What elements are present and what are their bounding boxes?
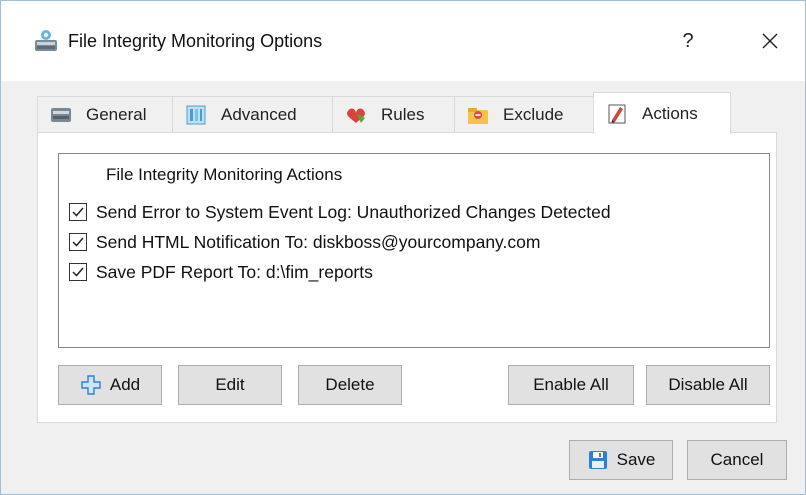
actions-panel: File Integrity Monitoring Actions Send E… (37, 132, 777, 423)
tab-exclude[interactable]: Exclude (454, 96, 594, 132)
title-bar[interactable]: File Integrity Monitoring Options ? (1, 1, 805, 81)
action-label: Send Error to System Event Log: Unauthor… (96, 201, 611, 222)
cancel-button[interactable]: Cancel (687, 440, 787, 480)
tab-label: Actions (642, 103, 698, 123)
delete-label: Delete (325, 375, 375, 394)
edit-label: Edit (215, 375, 245, 394)
tab-advanced[interactable]: Advanced (172, 96, 333, 132)
close-icon (762, 33, 778, 49)
checkmark-icon (72, 237, 84, 247)
list-header: File Integrity Monitoring Actions (106, 165, 343, 184)
add-label: Add (109, 375, 141, 394)
list-item[interactable]: Save PDF Report To: d:\fim_reports (69, 260, 373, 284)
tab-rules[interactable]: Rules (332, 96, 455, 132)
checkmark-icon (72, 267, 84, 277)
window-title: File Integrity Monitoring Options (68, 31, 323, 51)
disable-all-button[interactable]: Disable All (646, 365, 770, 405)
enable-all-button[interactable]: Enable All (508, 365, 634, 405)
rules-icon (347, 108, 365, 123)
floppy-disk-icon (588, 451, 607, 469)
close-button[interactable] (747, 23, 791, 59)
save-label: Save (616, 450, 656, 469)
tab-label: Exclude (503, 104, 564, 124)
tab-strip: General Advanced Rules Exclude Actions (37, 92, 777, 134)
tab-actions[interactable]: Actions (593, 92, 731, 134)
app-icon (35, 30, 57, 51)
action-label: Save PDF Report To: d:\fim_reports (96, 261, 373, 282)
action-checkbox[interactable] (69, 203, 87, 221)
save-button[interactable]: Save (569, 440, 673, 480)
disable-all-label: Disable All (668, 375, 748, 394)
general-icon (51, 107, 71, 122)
add-button[interactable]: Add (58, 365, 162, 405)
enable-all-label: Enable All (533, 375, 609, 394)
plus-icon (81, 375, 101, 395)
advanced-icon (186, 105, 206, 124)
cancel-label: Cancel (710, 450, 764, 469)
actions-icon (608, 104, 626, 123)
delete-button[interactable]: Delete (298, 365, 402, 405)
exclude-icon (468, 107, 488, 124)
edit-button[interactable]: Edit (178, 365, 282, 405)
list-item[interactable]: Send HTML Notification To: diskboss@your… (69, 230, 540, 254)
action-label: Send HTML Notification To: diskboss@your… (96, 231, 541, 252)
checkmark-icon (72, 207, 84, 217)
list-item[interactable]: Send Error to System Event Log: Unauthor… (69, 200, 611, 224)
tab-label: General (86, 104, 147, 124)
tab-label: Rules (381, 104, 425, 124)
tab-general[interactable]: General (37, 96, 173, 132)
actions-list[interactable]: File Integrity Monitoring Actions Send E… (58, 153, 770, 348)
action-checkbox[interactable] (69, 263, 87, 281)
options-dialog: File Integrity Monitoring Options ? Gene… (0, 0, 806, 495)
tab-label: Advanced (221, 104, 297, 124)
help-button[interactable]: ? (666, 23, 710, 59)
action-checkbox[interactable] (69, 233, 87, 251)
